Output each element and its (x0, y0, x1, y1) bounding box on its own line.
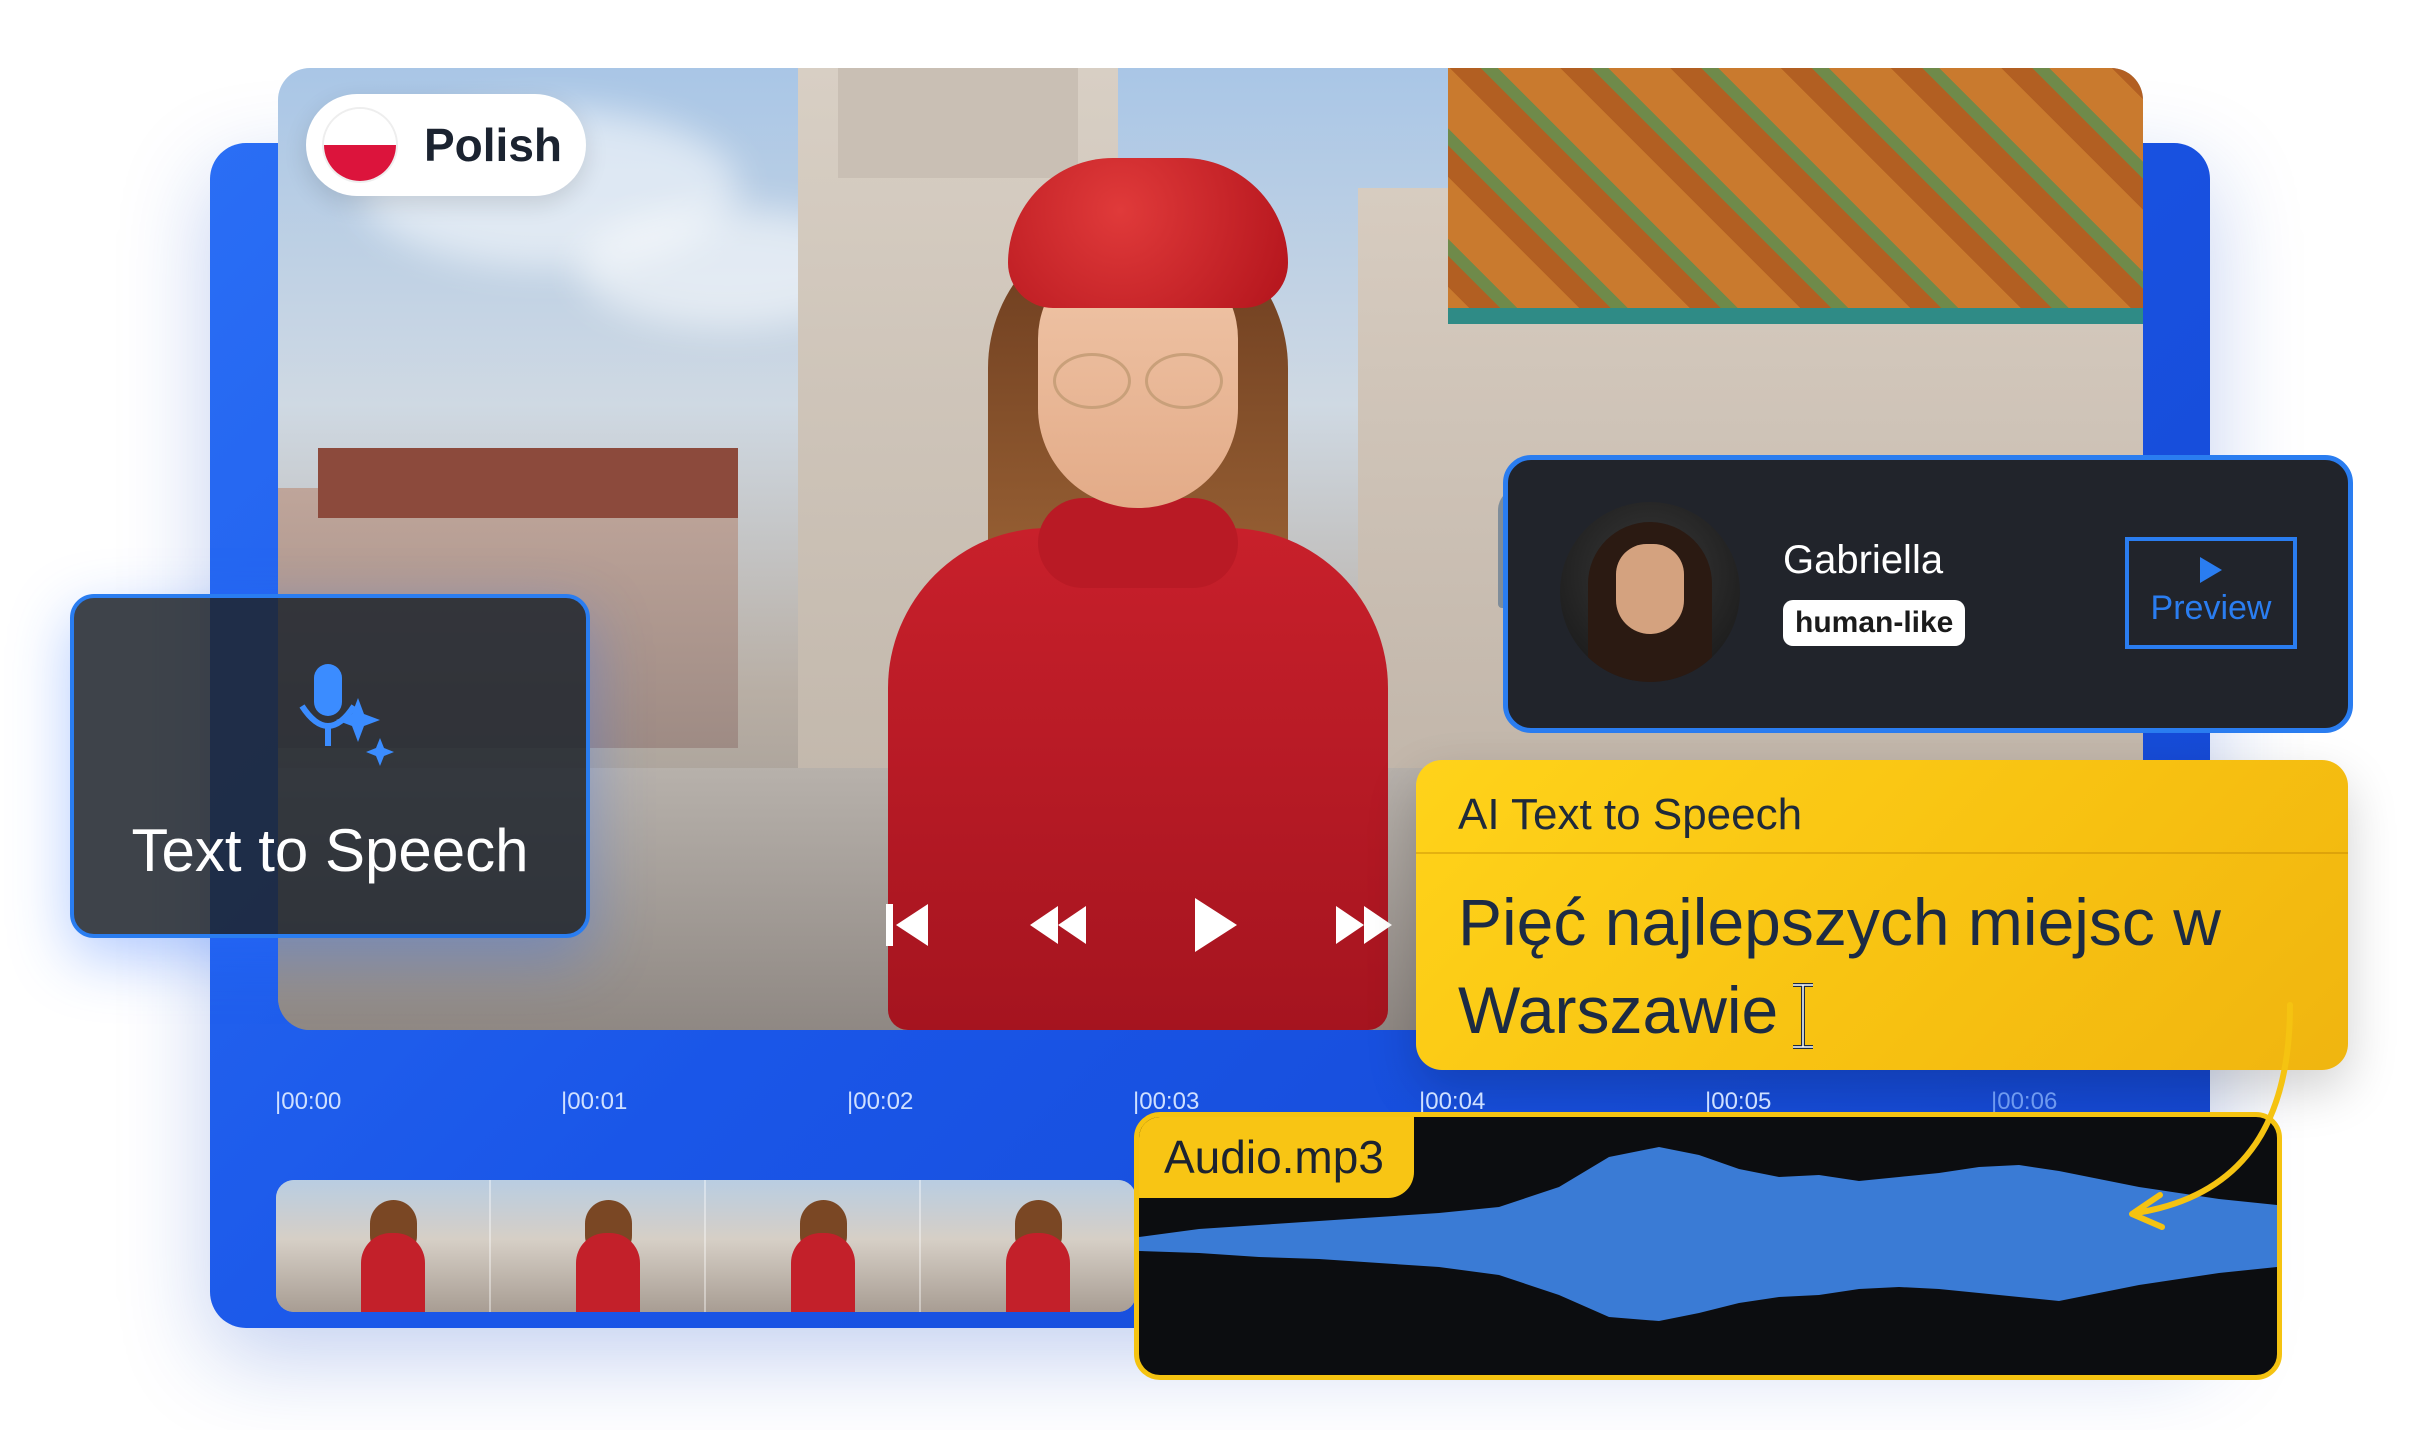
panel-title: AI Text to Speech (1458, 790, 1803, 839)
divider (1416, 852, 2348, 854)
video-thumbnail (491, 1180, 706, 1312)
playback-controls (872, 890, 1412, 960)
timeline-tick: |00:00 (275, 1088, 342, 1115)
video-thumbnail (706, 1180, 921, 1312)
timeline-tick: |00:01 (561, 1088, 628, 1115)
video-thumbnail (921, 1180, 1136, 1312)
voice-card[interactable]: Gabriella human-like Preview (1503, 455, 2353, 733)
language-selector[interactable]: Polish (306, 94, 586, 196)
poland-flag-icon (324, 109, 396, 181)
preview-button[interactable]: Preview (2125, 537, 2297, 649)
rewind-icon[interactable] (1022, 890, 1092, 960)
fast-forward-icon[interactable] (1330, 890, 1400, 960)
play-icon (2200, 557, 2222, 583)
timeline-tick: |00:02 (847, 1088, 914, 1115)
text-to-speech-card[interactable]: Text to Speech (70, 594, 590, 938)
tiled-roof (1448, 68, 2143, 318)
video-thumbnail (276, 1180, 491, 1312)
feature-label: Text to Speech (131, 817, 529, 884)
voice-badge: human-like (1783, 600, 1966, 646)
text-cursor-icon (1790, 981, 1816, 1051)
preview-label: Preview (2150, 589, 2272, 627)
audio-filename: Audio.mp3 (1139, 1117, 1414, 1198)
voice-name: Gabriella (1783, 538, 1944, 582)
skip-back-icon[interactable] (872, 890, 942, 960)
video-track[interactable] (276, 1180, 1136, 1312)
curved-arrow-icon (2129, 1002, 2293, 1230)
avatar (1560, 502, 1740, 682)
red-beret (1008, 158, 1288, 308)
voice-sparkle-icon (284, 658, 404, 778)
language-label: Polish (424, 119, 563, 171)
play-icon[interactable] (1177, 890, 1247, 960)
